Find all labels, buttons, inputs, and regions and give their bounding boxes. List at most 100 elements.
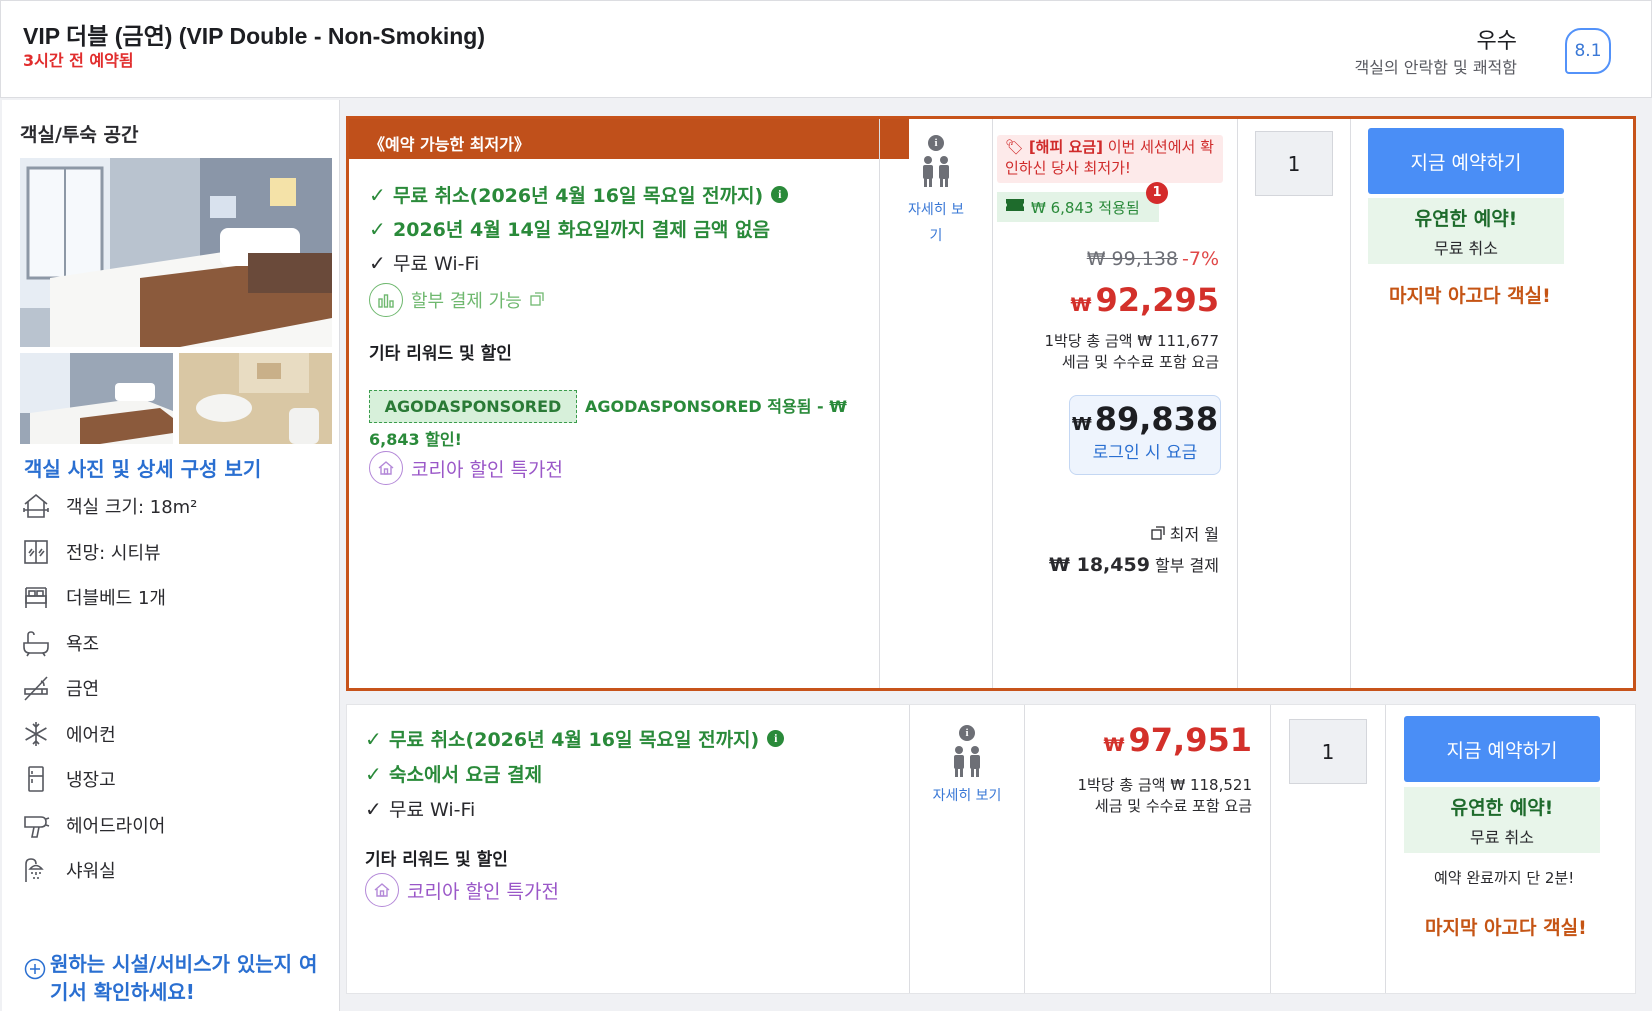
offer-price: ₩92,295 bbox=[1070, 281, 1219, 319]
snowflake-icon bbox=[20, 718, 52, 750]
occupancy-details-link[interactable]: 자세히 보기 bbox=[906, 197, 966, 249]
flexible-booking-box: 유연한 예약! 무료 취소 bbox=[1404, 787, 1600, 853]
flexible-booking-box: 유연한 예약! 무료 취소 bbox=[1368, 198, 1564, 264]
rewards-heading: 기타 리워드 및 할인 bbox=[369, 344, 512, 364]
two-guests-icon bbox=[954, 746, 980, 777]
external-link-icon bbox=[530, 290, 544, 311]
room-main-photo[interactable] bbox=[20, 158, 332, 347]
info-icon: i bbox=[959, 725, 975, 741]
applied-count-badge: 1 bbox=[1146, 182, 1168, 204]
occupancy-column: i 자세히 보기 bbox=[879, 119, 992, 688]
price-column: 🏷 [해피 요금] 이번 세션에서 확인하신 당사 최저가! ₩ 6,843 적… bbox=[992, 119, 1237, 688]
occupancy-details-link[interactable]: 자세히 보기 bbox=[912, 783, 1022, 809]
applied-discount-chip: ₩ 6,843 적용됨 bbox=[997, 192, 1159, 222]
booking-column: 지금 예약하기 유연한 예약! 무료 취소 마지막 아고다 객실! bbox=[1350, 119, 1633, 688]
room-header: VIP 더블 (금연) (VIP Double - Non-Smoking) 3… bbox=[0, 0, 1652, 98]
amenity-bathtub: 욕조 bbox=[20, 625, 330, 661]
price-column: ₩97,951 1박당 총 금액 ₩ 118,521 세금 및 수수료 포함 요… bbox=[1024, 705, 1270, 993]
room-offer-page: VIP 더블 (금연) (VIP Double - Non-Smoking) 3… bbox=[0, 0, 1652, 1011]
room-photos-link[interactable]: 객실 사진 및 상세 구성 보기 bbox=[24, 453, 261, 482]
installment-chart-icon bbox=[369, 283, 403, 317]
plus-circle-icon bbox=[24, 958, 50, 1006]
info-icon[interactable]: i bbox=[771, 186, 789, 203]
rating-score-badge[interactable]: 8.1 bbox=[1565, 28, 1611, 74]
rating-category: 객실의 안락함 및 쾌적함 bbox=[1354, 58, 1517, 77]
double-bed-icon bbox=[20, 581, 52, 613]
occupancy-info[interactable]: i 자세히 보기 bbox=[912, 721, 1022, 809]
check-icon: ✓ bbox=[369, 250, 386, 275]
shower-icon bbox=[20, 854, 52, 886]
quantity-column: 1 bbox=[1237, 119, 1350, 688]
happy-rate-note: 🏷 [해피 요금] 이번 세션에서 확인하신 당사 최저가! bbox=[997, 135, 1223, 183]
house-size-icon bbox=[20, 490, 52, 522]
home-icon bbox=[365, 873, 399, 907]
fridge-icon bbox=[20, 763, 52, 795]
book-now-button[interactable]: 지금 예약하기 bbox=[1368, 128, 1564, 194]
korea-sale-promo[interactable]: 코리아 할인 특가전 bbox=[365, 873, 559, 907]
last-room-label: 마지막 아고다 객실! bbox=[1425, 917, 1587, 939]
login-price-box[interactable]: ₩89,838 로그인 시 요금 bbox=[1069, 395, 1221, 475]
last-room-label: 마지막 아고다 객실! bbox=[1389, 285, 1551, 307]
room-space-heading: 객실/투숙 공간 bbox=[20, 124, 139, 146]
amenity-view: 전망: 시티뷰 bbox=[20, 534, 330, 570]
offer-card-cheapest: 《예약 가능한 최저가》 ✓ 무료 취소(2026년 4월 16일 목요일 전까… bbox=[346, 116, 1636, 691]
price-notes: 1박당 총 금액 ₩ 111,677 세금 및 수수료 포함 요금 bbox=[1044, 332, 1219, 371]
occupancy-column: i 자세히 보기 bbox=[909, 705, 1024, 993]
hair-dryer-icon bbox=[20, 809, 52, 841]
quantity-column: 1 bbox=[1270, 705, 1385, 993]
room-quantity-select[interactable]: 1 bbox=[1289, 719, 1367, 784]
korea-sale-promo[interactable]: 코리아 할인 특가전 bbox=[369, 451, 563, 485]
check-icon: ✓ bbox=[369, 182, 386, 207]
amenity-hair-dryer: 헤어드라이어 bbox=[20, 807, 330, 843]
room-photo-thumb-bathroom[interactable] bbox=[179, 353, 332, 444]
rewards-heading: 기타 리워드 및 할인 bbox=[365, 850, 508, 870]
wifi-feature: ✓ 무료 Wi-Fi bbox=[369, 250, 480, 276]
amenity-room-size: 객실 크기: 18m² bbox=[20, 488, 330, 524]
external-link-icon bbox=[1151, 525, 1165, 544]
amenity-non-smoking: 금연 bbox=[20, 670, 330, 706]
bathtub-icon bbox=[20, 627, 52, 659]
offer-benefits-column: ✓ 무료 취소(2026년 4월 16일 목요일 전까지) i ✓ 숙소에서 요… bbox=[347, 705, 907, 993]
book-now-button[interactable]: 지금 예약하기 bbox=[1404, 716, 1600, 782]
window-view-icon bbox=[20, 536, 52, 568]
amenity-aircon: 에어컨 bbox=[20, 716, 330, 752]
offer-price: ₩97,951 bbox=[1103, 721, 1252, 759]
occupancy-info[interactable]: i 자세히 보기 bbox=[881, 131, 991, 249]
free-cancel-feature: ✓ 무료 취소(2026년 4월 16일 목요일 전까지) i bbox=[369, 181, 789, 208]
original-price: ₩ 99,138 -7% bbox=[1086, 248, 1219, 270]
check-icon: ✓ bbox=[365, 761, 382, 786]
ticket-icon bbox=[1005, 198, 1025, 216]
booking-time-note: 예약 완료까지 단 2분! bbox=[1434, 869, 1575, 887]
check-icon: ✓ bbox=[365, 796, 382, 821]
room-photo-thumb-bed[interactable] bbox=[20, 353, 173, 444]
room-info-panel: 객실/투숙 공간 객실 사진 및 상세 구성 보기 객실 크기: 18m² 전망… bbox=[2, 100, 340, 1011]
home-icon bbox=[369, 451, 403, 485]
check-icon: ✓ bbox=[365, 726, 382, 751]
ask-facility-link[interactable]: 원하는 시설/서비스가 있는지 여기서 확인하세요! bbox=[24, 950, 334, 1006]
price-tag-icon: 🏷 bbox=[1005, 138, 1025, 156]
booking-column: 지금 예약하기 유연한 예약! 무료 취소 예약 완료까지 단 2분! 마지막 … bbox=[1385, 705, 1635, 993]
rating-word: 우수 bbox=[1476, 29, 1517, 54]
no-payment-feature: ✓ 2026년 4월 14일 화요일까지 결제 금액 없음 bbox=[369, 216, 770, 242]
info-icon[interactable]: i bbox=[767, 730, 785, 747]
free-cancel-feature: ✓ 무료 취소(2026년 4월 16일 목요일 전까지) i bbox=[365, 725, 785, 752]
room-title: VIP 더블 (금연) (VIP Double - Non-Smoking) bbox=[23, 23, 486, 49]
amenity-bed: 더블베드 1개 bbox=[20, 579, 330, 615]
info-icon: i bbox=[928, 135, 944, 151]
cheapest-ribbon: 《예약 가능한 최저가》 bbox=[349, 119, 909, 159]
wifi-feature: ✓ 무료 Wi-Fi bbox=[365, 796, 476, 822]
pay-at-property-feature: ✓ 숙소에서 요금 결제 bbox=[365, 761, 543, 787]
offer-benefits-column: 《예약 가능한 최저가》 ✓ 무료 취소(2026년 4월 16일 목요일 전까… bbox=[349, 119, 909, 688]
offer-card-pay-at-property: ✓ 무료 취소(2026년 4월 16일 목요일 전까지) i ✓ 숙소에서 요… bbox=[346, 704, 1636, 994]
installment-option[interactable]: 할부 결제 가능 bbox=[369, 283, 544, 317]
room-quantity-select[interactable]: 1 bbox=[1255, 131, 1333, 196]
no-smoking-icon bbox=[20, 672, 52, 704]
amenity-shower: 샤워실 bbox=[20, 852, 330, 888]
two-guests-icon bbox=[923, 156, 949, 187]
price-notes: 1박당 총 금액 ₩ 118,521 세금 및 수수료 포함 요금 bbox=[1077, 776, 1252, 815]
coupon-code-tag: AGODASPONSORED bbox=[369, 390, 577, 423]
amenity-fridge: 냉장고 bbox=[20, 761, 330, 797]
check-icon: ✓ bbox=[369, 216, 386, 241]
booked-ago-label: 3시간 전 예약됨 bbox=[23, 51, 134, 70]
monthly-installment: 최저 월 ₩ 18,459 할부 결제 bbox=[1049, 525, 1219, 576]
